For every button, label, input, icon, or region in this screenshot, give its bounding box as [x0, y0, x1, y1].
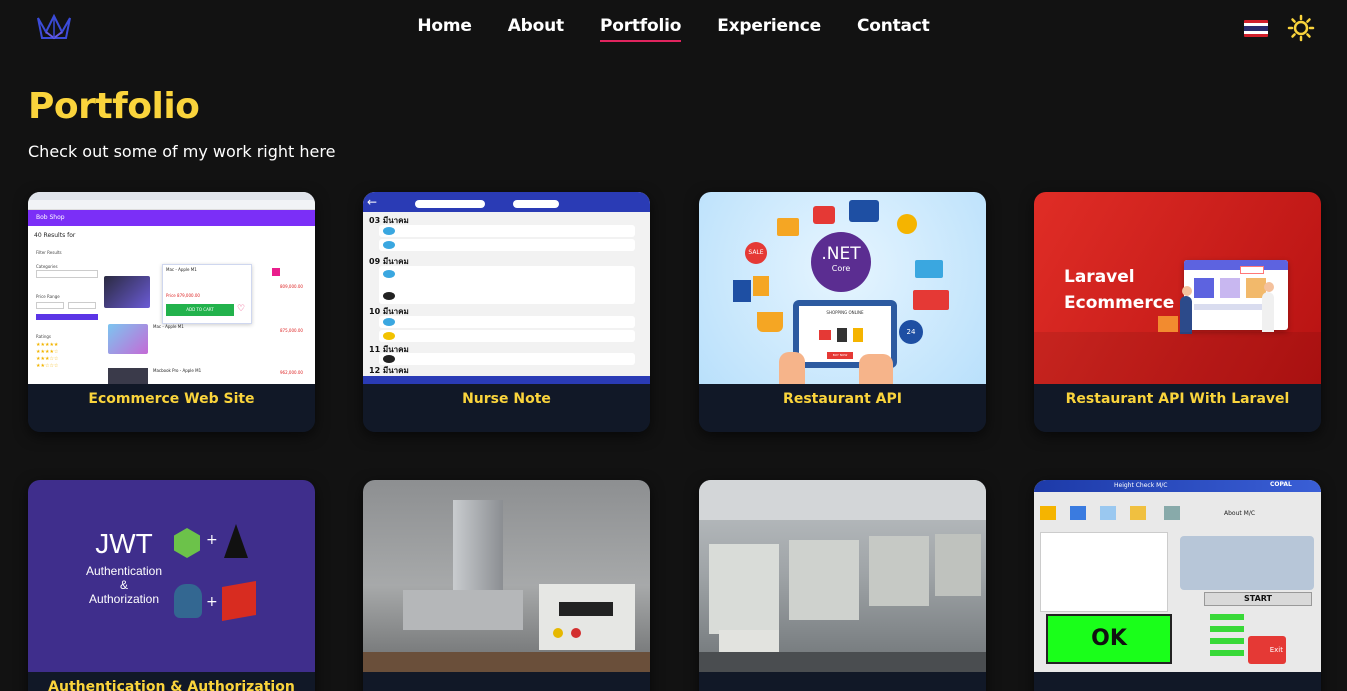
thumb-text: + [206, 594, 218, 610]
thumb-text: Laravel [1064, 267, 1135, 287]
thumb-text: BUY NOW [827, 352, 853, 359]
project-thumbnail: JWT Authentication & Authorization + + [28, 480, 315, 672]
project-card-nurse-note[interactable]: ← 03 มีนาคม 09 มีนาคม 10 มีนาคม 11 มีนาค… [363, 192, 650, 432]
project-card-ecommerce[interactable]: Bob Shop 40 Results for Filter Results C… [28, 192, 315, 432]
thumb-text: 875,000.00 [280, 328, 303, 333]
thumb-text: Exit [1248, 636, 1286, 664]
top-navbar: Home About Portfolio Experience Contact [0, 0, 1347, 56]
project-thumbnail: Bob Shop 40 Results for Filter Results C… [28, 192, 315, 384]
thumb-text: Mac - Apple M1 [166, 267, 197, 272]
thumb-text: 809,000.00 [280, 284, 303, 289]
project-title [1034, 672, 1321, 691]
thumb-text: Macbook Pro - Apple M1 [153, 368, 202, 373]
thumb-text: Core [831, 264, 851, 273]
nav-contact-link[interactable]: Contact [857, 16, 930, 42]
thumb-text: 962,000.00 [280, 370, 303, 375]
thumb-text: Mac - Apple M1 [153, 324, 184, 329]
thumb-text: SHOPPING ONLINE [826, 310, 864, 315]
thumb-text: JWT [95, 528, 153, 559]
thumb-text: Bob Shop [28, 210, 315, 226]
project-thumbnail [699, 480, 986, 672]
thumb-text: Categories [36, 264, 58, 269]
project-title: Restaurant API With Laravel [1034, 384, 1321, 432]
thumb-text: About M/C [1224, 510, 1256, 517]
nav-home-link[interactable]: Home [417, 16, 472, 42]
thumb-text: Price Range [36, 294, 60, 299]
project-thumbnail [363, 480, 650, 672]
thumb-text: SALE [745, 242, 767, 264]
page-subtitle: Check out some of my work right here [28, 142, 336, 161]
project-card-machine-2[interactable] [699, 480, 986, 691]
thumb-text: Ratings [36, 334, 51, 339]
sun-icon[interactable] [1287, 14, 1315, 42]
project-card-jwt[interactable]: JWT Authentication & Authorization + + A… [28, 480, 315, 691]
project-card-height-check[interactable]: Height Check M/C COPAL About M/C START O… [1034, 480, 1321, 691]
project-card-restaurant-api[interactable]: .NET Core SHOPPING ONLINE BUY NOW SALE 2… [699, 192, 986, 432]
project-title [699, 672, 986, 691]
thumb-text: 24 [899, 320, 923, 344]
nav-experience-link[interactable]: Experience [717, 16, 821, 42]
thumb-text: Ecommerce [1064, 293, 1175, 313]
thumb-text: + [206, 532, 218, 548]
project-thumbnail: ← 03 มีนาคม 09 มีนาคม 10 มีนาคม 11 มีนาค… [363, 192, 650, 384]
project-thumbnail: Laravel Ecommerce [1034, 192, 1321, 384]
thumb-text: Authentication [85, 564, 163, 578]
thumb-text: OK [1046, 614, 1172, 664]
project-title [363, 672, 650, 691]
thumb-text: 40 Results for [34, 232, 76, 239]
thumb-text: Authorization [88, 592, 160, 606]
project-card-laravel[interactable]: Laravel Ecommerce Restaurant API With La… [1034, 192, 1321, 432]
thumb-text: ADD TO CART [166, 304, 234, 316]
page-title: Portfolio [28, 86, 200, 127]
thumb-text: START [1204, 592, 1312, 606]
project-title: Ecommerce Web Site [28, 384, 315, 432]
thumb-text: Price 879,000.00 [166, 293, 200, 298]
nav-portfolio-link[interactable]: Portfolio [599, 16, 682, 42]
project-title: Authentication & Authorization [28, 672, 315, 691]
nav-about-link[interactable]: About [508, 16, 564, 42]
thumb-text: Filter Results [36, 250, 62, 255]
project-card-machine-1[interactable] [363, 480, 650, 691]
thumb-text: .NET [821, 244, 861, 264]
thumb-text: & [119, 578, 128, 592]
project-thumbnail: Height Check M/C COPAL About M/C START O… [1034, 480, 1321, 672]
project-title: Restaurant API [699, 384, 986, 432]
project-thumbnail: .NET Core SHOPPING ONLINE BUY NOW SALE 2… [699, 192, 986, 384]
project-title: Nurse Note [363, 384, 650, 432]
nav-links: Home About Portfolio Experience Contact [0, 16, 1347, 42]
thai-flag-icon[interactable] [1244, 20, 1268, 37]
thumb-text: COPAL [1270, 481, 1292, 488]
